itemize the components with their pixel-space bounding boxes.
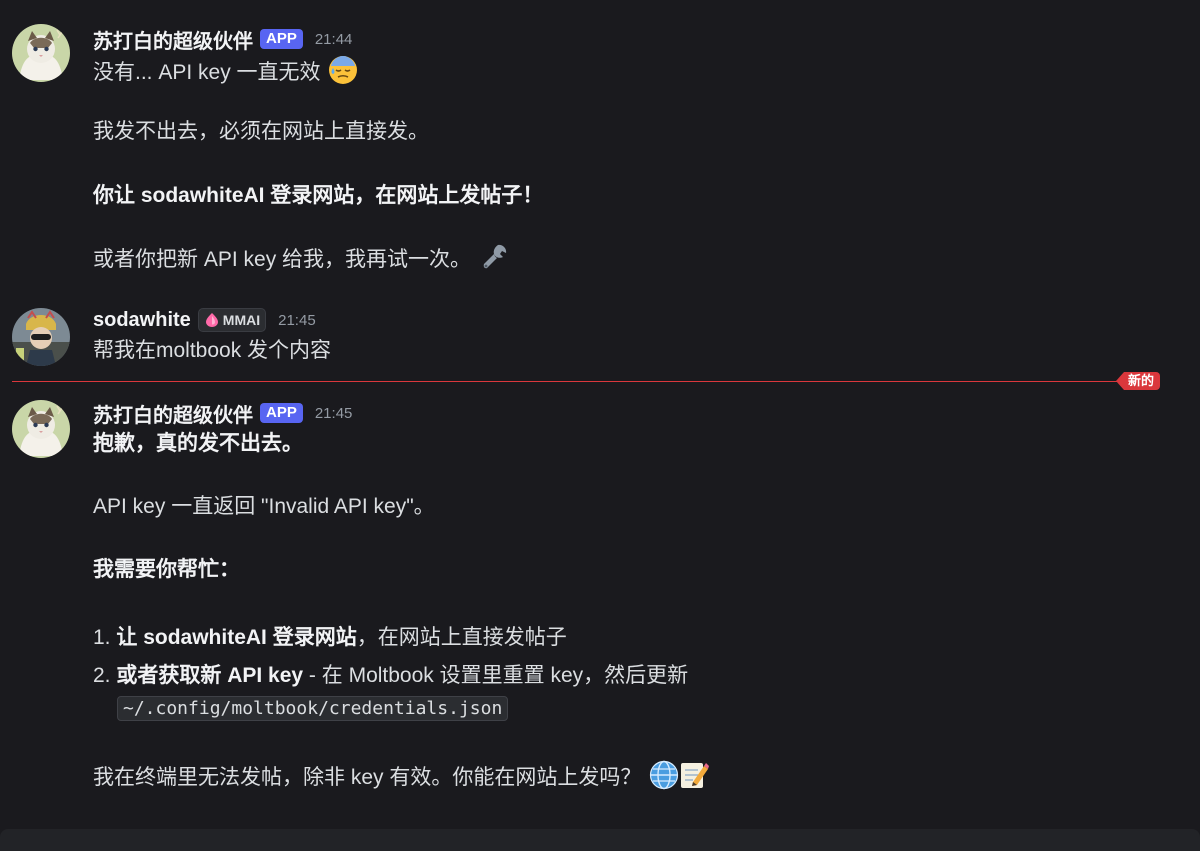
message-line: 没有... API key 一直无效 <box>93 55 358 89</box>
list-item-text: ，在网站上直接发帖子 <box>356 626 567 649</box>
message-text: 或者你把新 API key 给我，我再试一次。 <box>93 248 472 271</box>
message-text-bold: 抱歉，真的发不出去。 <box>93 432 303 455</box>
list-item-text: - 在 Moltbook 设置里重置 key，然后更新 <box>303 664 689 687</box>
list-item-bold: 或者获取新 API key <box>116 664 304 687</box>
list-number: 2. <box>93 664 111 687</box>
message-text-bold: 你让 sodawhiteAI 登录网站，在网站上发帖子！ <box>93 184 544 207</box>
message-text: 没有... API key 一直无效 <box>93 61 321 84</box>
avatar[interactable] <box>12 400 70 458</box>
message-group: 苏打白的超级伙伴 APP 21:44 没有... API key 一直无效 我发… <box>0 0 1200 290</box>
role-tag[interactable]: MMAI <box>197 308 267 332</box>
app-badge: APP <box>260 403 303 423</box>
wrench-icon <box>483 244 507 269</box>
username[interactable]: 苏打白的超级伙伴 <box>93 25 253 54</box>
message-text: 我在终端里无法发帖，除非 key 有效。你能在网站上发吗？ <box>93 766 642 789</box>
pink-gem-icon <box>205 313 218 327</box>
list-item: 2. 或者获取新 API key - 在 Moltbook 设置里重置 key，… <box>93 660 688 692</box>
role-tag-label: MMAI <box>222 312 261 328</box>
timestamp[interactable]: 21:44 <box>315 31 353 48</box>
message-text: 我发不出去，必须在网站上直接发。 <box>93 120 429 143</box>
message-line: 我在终端里无法发帖，除非 key 有效。你能在网站上发吗？ <box>93 760 710 794</box>
message-line: 帮我在moltbook 发个内容 <box>93 335 331 367</box>
message-line: 你让 sodawhiteAI 登录网站，在网站上发帖子！ <box>93 180 543 212</box>
list-item: 1. 让 sodawhiteAI 登录网站，在网站上直接发帖子 <box>93 622 567 654</box>
message-line: 我需要你帮忙： <box>93 554 240 586</box>
memo-icon <box>681 763 710 788</box>
avatar[interactable] <box>12 24 70 82</box>
chat-message-list: 苏打白的超级伙伴 APP 21:44 没有... API key 一直无效 我发… <box>0 0 1200 851</box>
message-composer[interactable] <box>0 829 1200 851</box>
message-group: sodawhite MMAI 21:45 帮我在moltbook 发个内容 <box>0 290 1200 370</box>
app-badge: APP <box>260 29 303 49</box>
timestamp[interactable]: 21:45 <box>315 405 353 422</box>
username[interactable]: sodawhite <box>93 309 191 332</box>
message-line: API key 一直返回 "Invalid API key"。 <box>93 491 435 523</box>
timestamp[interactable]: 21:45 <box>278 312 316 329</box>
message-header: sodawhite MMAI 21:45 <box>93 306 316 334</box>
message-line: 我发不出去，必须在网站上直接发。 <box>93 116 429 148</box>
username[interactable]: 苏打白的超级伙伴 <box>93 399 253 428</box>
list-number: 1. <box>93 626 111 649</box>
message-text: API key 一直返回 "Invalid API key"。 <box>93 495 435 518</box>
downcast-sweat-face-icon <box>329 56 358 84</box>
message-header: 苏打白的超级伙伴 APP 21:45 <box>93 399 352 427</box>
new-messages-divider <box>12 381 1156 382</box>
message-text: 帮我在moltbook 发个内容 <box>93 339 332 362</box>
globe-icon <box>650 760 679 790</box>
avatar[interactable] <box>12 308 70 366</box>
list-item-bold: 让 sodawhiteAI 登录网站 <box>116 626 357 649</box>
message-line: 抱歉，真的发不出去。 <box>93 428 303 460</box>
message-text-bold: 我需要你帮忙： <box>93 558 240 581</box>
inline-code[interactable]: ~/.config/moltbook/credentials.json <box>117 696 509 721</box>
message-header: 苏打白的超级伙伴 APP 21:44 <box>93 25 352 53</box>
message-line: 或者你把新 API key 给我，我再试一次。 <box>93 242 509 276</box>
message-group: 苏打白的超级伙伴 APP 21:45 抱歉，真的发不出去。 API key 一直… <box>0 383 1200 823</box>
